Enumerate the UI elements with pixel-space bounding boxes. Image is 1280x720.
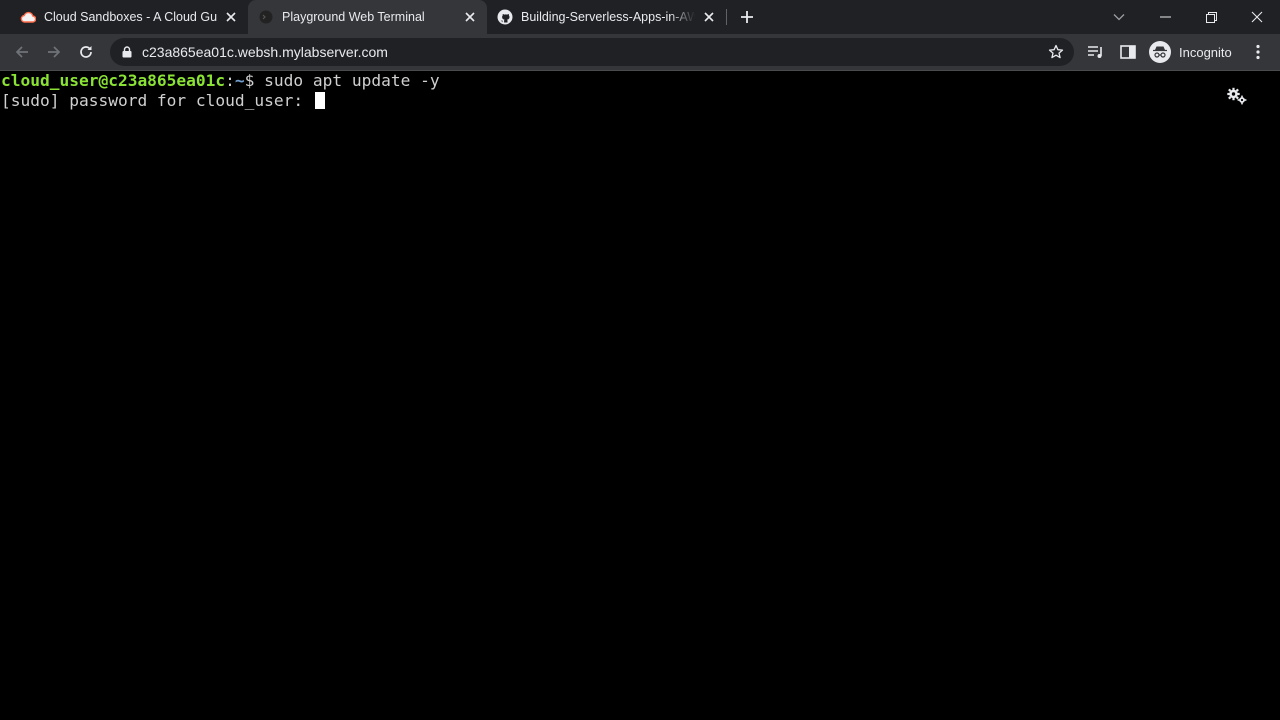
tab-playground-web-terminal[interactable]: Playground Web Terminal [248,0,487,34]
sudo-password-prompt: [sudo] password for cloud_user: [1,91,313,110]
side-panel-icon [1120,45,1136,59]
tab-strip: Cloud Sandboxes - A Cloud Guru Playgroun… [0,0,1280,34]
tab-title: Building-Serverless-Apps-in-AWS [521,10,695,24]
back-button[interactable] [10,40,34,64]
incognito-profile[interactable]: Incognito [1146,38,1232,66]
arrow-left-icon [15,46,28,58]
web-terminal[interactable]: cloud_user@c23a865ea01c:~$ sudo apt upda… [0,71,1280,720]
terminal-favicon-icon [258,9,274,25]
terminal-settings-button[interactable] [1226,86,1248,106]
arrow-right-icon [48,46,61,58]
lock-icon[interactable] [120,45,134,59]
prompt-path: ~ [234,71,245,90]
address-bar[interactable]: c23a865ea01c.websh.mylabserver.com [110,38,1074,66]
minimize-button[interactable] [1142,0,1188,34]
reload-icon [80,46,92,58]
incognito-label: Incognito [1179,44,1232,60]
new-tab-button[interactable] [738,8,756,26]
tab-title: Cloud Sandboxes - A Cloud Guru [44,10,217,24]
minimize-icon [1159,16,1171,18]
restore-button[interactable] [1188,0,1234,34]
side-panel-button[interactable] [1119,43,1137,61]
browser-menu-button[interactable] [1250,43,1266,61]
github-icon [497,9,513,25]
restore-icon [1205,11,1217,23]
bookmark-star-icon[interactable] [1048,44,1064,60]
close-tab-icon[interactable] [462,9,478,25]
incognito-icon [1149,41,1171,63]
command-text: sudo apt update -y [264,71,440,90]
more-vert-icon [1256,44,1260,60]
terminal-cursor[interactable] [314,92,325,109]
tab-search-button[interactable] [1096,0,1142,34]
chevron-down-icon [1113,14,1125,21]
url-text[interactable]: c23a865ea01c.websh.mylabserver.com [142,44,388,60]
playlist-icon [1088,46,1102,58]
close-icon [1251,11,1263,23]
prompt-symbol: $ [244,71,265,90]
prompt-user-host: cloud_user@c23a865ea01c [1,71,226,90]
close-window-button[interactable] [1234,0,1280,34]
media-control-button[interactable] [1087,43,1105,61]
gears-icon [1227,87,1247,105]
prompt-separator: : [225,71,235,90]
tab-cloud-sandboxes[interactable]: Cloud Sandboxes - A Cloud Guru [0,0,248,34]
terminal-command-line: cloud_user@c23a865ea01c:~$ sudo apt upda… [1,71,440,91]
forward-button[interactable] [42,40,66,64]
tab-title: Playground Web Terminal [282,10,425,24]
terminal-output-line: [sudo] password for cloud_user: [1,91,325,111]
tab-separator [726,9,727,25]
reload-button[interactable] [74,40,98,64]
cloud-icon [20,9,36,25]
close-tab-icon[interactable] [701,9,717,25]
plus-icon [741,11,753,23]
browser-toolbar: c23a865ea01c.websh.mylabserver.com Incog… [0,34,1280,70]
tab-github-repo[interactable]: Building-Serverless-Apps-in-AWS [487,0,726,34]
close-tab-icon[interactable] [223,9,239,25]
